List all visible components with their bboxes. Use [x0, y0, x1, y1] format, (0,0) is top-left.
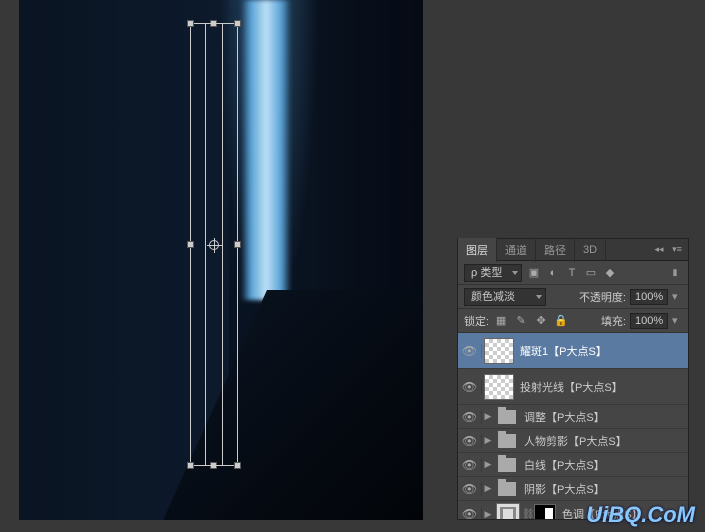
transform-handle-top-left[interactable]	[187, 20, 194, 27]
filter-toggle-switch[interactable]: ▮	[668, 267, 682, 278]
layer-thumbnail[interactable]	[484, 338, 514, 364]
blend-row: 颜色减淡 不透明度: 100% ▾	[458, 285, 688, 309]
group-disclosure-icon[interactable]: ▶	[482, 411, 494, 422]
filter-smart-icon[interactable]: ◆	[602, 265, 618, 281]
visibility-toggle-icon[interactable]: 👁	[458, 458, 482, 472]
canvas-area[interactable]	[19, 0, 423, 520]
transform-handle-bottom-left[interactable]	[187, 462, 194, 469]
tab-channels[interactable]: 通道	[497, 238, 536, 262]
tab-3d[interactable]: 3D	[575, 240, 606, 260]
visibility-toggle-icon[interactable]: 👁	[458, 344, 482, 358]
layer-name-label[interactable]: 调整【P大点S】	[520, 409, 684, 425]
lock-image-icon[interactable]: ✎	[513, 313, 529, 329]
fill-value-input[interactable]: 100%	[630, 313, 668, 329]
opacity-value-input[interactable]: 100%	[630, 289, 668, 305]
folder-icon	[498, 434, 516, 448]
layer-name-label[interactable]: 投射光线【P大点S】	[516, 379, 684, 395]
layer-group-row[interactable]: 👁 ▶ 白线【P大点S】	[458, 453, 688, 477]
visibility-toggle-icon[interactable]: 👁	[458, 410, 482, 424]
kind-icon: ρ	[471, 267, 477, 279]
layer-name-label[interactable]: 白线【P大点S】	[520, 457, 684, 473]
layers-panel: 图层 通道 路径 3D ◂◂ ▾≡ ρ 类型 ▣ ◐ T ▭ ◆ ▮ 颜色减淡 …	[457, 238, 689, 520]
filter-type-icon[interactable]: T	[564, 265, 580, 281]
transform-handle-bottom-right[interactable]	[234, 462, 241, 469]
transform-handle-top-right[interactable]	[234, 20, 241, 27]
layer-row[interactable]: 👁 耀斑1【P大点S】	[458, 333, 688, 369]
visibility-toggle-icon[interactable]: 👁	[458, 380, 482, 394]
transform-handle-mid-right[interactable]	[234, 241, 241, 248]
panel-menu-icon[interactable]: ▾≡	[670, 244, 684, 255]
panel-collapse-left-icon[interactable]: ◂◂	[652, 244, 666, 255]
layer-group-row[interactable]: 👁 ▶ 调整【P大点S】	[458, 405, 688, 429]
lock-position-icon[interactable]: ✥	[533, 313, 549, 329]
layer-thumbnail[interactable]	[484, 374, 514, 400]
blend-mode-dropdown[interactable]: 颜色减淡	[464, 288, 546, 306]
layer-kind-dropdown[interactable]: ρ 类型	[464, 264, 522, 282]
layer-row[interactable]: 👁 投射光线【P大点S】	[458, 369, 688, 405]
light-slit-render	[241, 0, 291, 300]
visibility-toggle-icon[interactable]: 👁	[458, 507, 482, 519]
panel-tabs: 图层 通道 路径 3D ◂◂ ▾≡	[458, 239, 688, 261]
layer-group-row[interactable]: 👁 ▶ 阴影【P大点S】	[458, 477, 688, 501]
filter-shape-icon[interactable]: ▭	[583, 265, 599, 281]
fill-dropdown-icon[interactable]: ▾	[672, 314, 682, 327]
visibility-toggle-icon[interactable]: 👁	[458, 434, 482, 448]
watermark-text: UiBQ.CoM	[586, 502, 695, 528]
tab-layers[interactable]: 图层	[458, 238, 497, 262]
folder-icon	[498, 410, 516, 424]
layer-mask-thumbnail[interactable]	[534, 504, 556, 519]
visibility-toggle-icon[interactable]: 👁	[458, 482, 482, 496]
folder-icon	[498, 458, 516, 472]
filter-adjust-icon[interactable]: ◐	[545, 265, 561, 281]
opacity-label: 不透明度:	[579, 289, 626, 305]
filter-image-icon[interactable]: ▣	[526, 265, 542, 281]
color-balance-icon	[500, 507, 516, 519]
layer-name-label[interactable]: 阴影【P大点S】	[520, 481, 684, 497]
folder-icon	[498, 482, 516, 496]
opacity-dropdown-icon[interactable]: ▾	[672, 290, 682, 303]
lock-label: 锁定:	[464, 313, 489, 329]
layer-name-label[interactable]: 耀斑1【P大点S】	[516, 343, 684, 359]
tab-paths[interactable]: 路径	[536, 238, 575, 262]
transform-inner-box	[205, 23, 223, 466]
lock-row: 锁定: ▦ ✎ ✥ 🔒 填充: 100% ▾	[458, 309, 688, 333]
lock-all-icon[interactable]: 🔒	[553, 313, 569, 329]
layers-list[interactable]: 👁 耀斑1【P大点S】 👁 投射光线【P大点S】 👁 ▶ 调整【P大点S】 👁 …	[458, 333, 688, 519]
layer-filter-row: ρ 类型 ▣ ◐ T ▭ ◆ ▮	[458, 261, 688, 285]
group-disclosure-icon[interactable]: ▶	[482, 509, 494, 520]
group-disclosure-icon[interactable]: ▶	[482, 483, 494, 494]
layer-name-label[interactable]: 人物剪影【P大点S】	[520, 433, 684, 449]
layer-group-row[interactable]: 👁 ▶ 人物剪影【P大点S】	[458, 429, 688, 453]
group-disclosure-icon[interactable]: ▶	[482, 435, 494, 446]
adjustment-thumbnail[interactable]	[496, 503, 520, 519]
kind-label-text: 类型	[480, 267, 502, 279]
transform-handle-mid-left[interactable]	[187, 241, 194, 248]
fill-label: 填充:	[601, 313, 626, 329]
group-disclosure-icon[interactable]: ▶	[482, 459, 494, 470]
mask-link-icon[interactable]: ⛓	[522, 509, 532, 520]
lock-transparent-icon[interactable]: ▦	[493, 313, 509, 329]
